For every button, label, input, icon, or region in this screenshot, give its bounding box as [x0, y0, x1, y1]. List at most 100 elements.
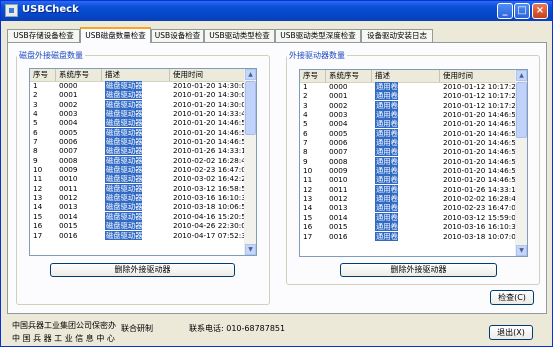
cell-system-id: 0004 [59, 118, 78, 128]
table-row[interactable]: 2 0001 磁盘驱动器 2010-01-20 14:30:02 [30, 90, 247, 100]
scroll-thumb[interactable] [516, 82, 527, 138]
cell-description: 磁盘驱动器 [102, 202, 170, 212]
cell-system-id: 0012 [59, 193, 78, 203]
scroll-down-icon[interactable]: ▼ [516, 245, 527, 256]
table-row[interactable]: 17 0016 磁盘驱动器 2010-04-17 07:52:33 [30, 230, 247, 240]
cell-description: 通用卷 [372, 166, 440, 176]
table-row[interactable]: 12 0011 通用卷 2010-01-26 14:33:13 [300, 184, 518, 194]
disk-list[interactable]: 序号 系统序号 描述 使用时间 1 0000 磁盘驱动器 2010-01-20 14:… [29, 68, 257, 256]
tab-usb-driver-deep[interactable]: USB驱动类型深度检查 [275, 29, 361, 42]
table-row[interactable]: 16 0015 通用卷 2010-03-16 16:10:39 [300, 222, 518, 232]
table-row[interactable]: 6 0005 磁盘驱动器 2010-01-20 14:46:55 [30, 127, 247, 137]
cell-system-id: 0009 [59, 165, 78, 175]
selected-description: 通用卷 [375, 156, 398, 166]
cell-use-time: 2010-04-26 22:30:06 [173, 221, 247, 231]
table-row[interactable]: 9 0008 磁盘驱动器 2010-02-02 16:28:41 [30, 155, 247, 165]
col-description[interactable]: 描述 [102, 69, 170, 81]
cell-description: 通用卷 [372, 231, 440, 241]
cell-description: 磁盘驱动器 [102, 155, 170, 165]
cell-use-time: 2010-01-12 10:17:29 [443, 91, 518, 101]
table-row[interactable]: 4 0003 通用卷 2010-01-20 14:46:55 [300, 110, 518, 120]
table-row[interactable]: 14 0013 磁盘驱动器 2010-03-18 10:06:59 [30, 202, 247, 212]
exit-button[interactable]: 退出(X) [489, 325, 533, 340]
col-description[interactable]: 描述 [372, 70, 440, 82]
tab-usb-storage[interactable]: USB存储设备检查 [7, 29, 80, 42]
table-row[interactable]: 8 0007 磁盘驱动器 2010-01-26 14:33:11 [30, 146, 247, 156]
table-row[interactable]: 13 0012 通用卷 2010-02-02 16:28:42 [300, 194, 518, 204]
tab-panel: 磁盘外接磁盘数量 序号 系统序号 描述 使用时间 1 0000 磁盘驱动器 2010-… [7, 42, 547, 314]
table-row[interactable]: 9 0008 通用卷 2010-01-20 14:46:55 [300, 156, 518, 166]
table-row[interactable]: 17 0016 通用卷 2010-03-18 10:07:01 [300, 231, 518, 241]
table-row[interactable]: 10 0009 通用卷 2010-01-20 14:46:55 [300, 166, 518, 176]
title-bar[interactable]: USBCheck _ □ × [1, 1, 552, 21]
table-row[interactable]: 7 0006 通用卷 2010-01-20 14:46:55 [300, 138, 518, 148]
col-index[interactable]: 序号 [300, 70, 326, 82]
selected-description: 磁盘驱动器 [105, 137, 143, 147]
scroll-up-icon[interactable]: ▲ [245, 69, 256, 80]
selected-description: 磁盘驱动器 [105, 155, 143, 165]
col-system-id[interactable]: 系统序号 [56, 69, 102, 81]
cell-description: 磁盘驱动器 [102, 174, 170, 184]
tab-usb-driver-type[interactable]: USB驱动类型检查 [204, 29, 275, 42]
selected-description: 磁盘驱动器 [105, 90, 143, 100]
table-row[interactable]: 4 0003 磁盘驱动器 2010-01-20 14:33:48 [30, 109, 247, 119]
selected-description: 磁盘驱动器 [105, 211, 143, 221]
table-row[interactable]: 14 0013 通用卷 2010-02-23 16:47:02 [300, 203, 518, 213]
table-row[interactable]: 7 0006 磁盘驱动器 2010-01-20 14:46:55 [30, 137, 247, 147]
footer-phone: 联系电话: 010-68787851 [189, 324, 286, 333]
cell-use-time: 2010-01-20 14:46:55 [173, 118, 247, 128]
table-row[interactable]: 11 0010 通用卷 2010-01-20 14:46:55 [300, 175, 518, 185]
table-row[interactable]: 15 0014 通用卷 2010-03-12 15:59:01 [300, 212, 518, 222]
table-row[interactable]: 10 0009 磁盘驱动器 2010-02-23 16:47:02 [30, 165, 247, 175]
cell-use-time: 2010-01-20 14:33:48 [173, 109, 247, 119]
disk-list-scrollbar[interactable]: ▲ ▼ [244, 69, 256, 255]
col-use-time[interactable]: 使用时间 [170, 69, 247, 81]
close-button[interactable]: × [532, 3, 548, 19]
selected-description: 通用卷 [375, 184, 398, 194]
cell-use-time: 2010-01-20 14:46:55 [443, 175, 518, 185]
table-row[interactable]: 13 0012 磁盘驱动器 2010-03-16 16:10:37 [30, 193, 247, 203]
cell-description: 磁盘驱动器 [102, 99, 170, 109]
cell-description: 通用卷 [372, 110, 440, 120]
table-row[interactable]: 11 0010 磁盘驱动器 2010-03-02 16:42:21 [30, 174, 247, 184]
table-row[interactable]: 6 0005 通用卷 2010-01-20 14:46:55 [300, 128, 518, 138]
table-row[interactable]: 12 0011 磁盘驱动器 2010-03-12 16:58:58 [30, 183, 247, 193]
external-drive-group: 外接驱动器数量 序号 系统序号 描述 使用时间 1 0000 通用卷 2010-01-… [286, 50, 540, 285]
delete-external-drive-button-right[interactable]: 删除外接驱动器 [340, 263, 497, 277]
external-drive-list-scrollbar[interactable]: ▲ ▼ [515, 70, 527, 256]
table-row[interactable]: 1 0000 通用卷 2010-01-12 10:17:29 [300, 82, 518, 91]
cell-description: 通用卷 [372, 147, 440, 157]
selected-description: 通用卷 [375, 222, 398, 232]
table-row[interactable]: 8 0007 通用卷 2010-01-20 14:46:55 [300, 147, 518, 157]
col-index[interactable]: 序号 [30, 69, 56, 81]
cell-index: 11 [303, 175, 313, 185]
maximize-button[interactable]: □ [514, 3, 530, 19]
external-drive-list[interactable]: 序号 系统序号 描述 使用时间 1 0000 通用卷 2010-01-12 10:17… [299, 69, 528, 257]
tab-usb-device[interactable]: USB设备检查 [151, 29, 204, 42]
table-row[interactable]: 3 0002 磁盘驱动器 2010-01-20 14:30:02 [30, 99, 247, 109]
table-row[interactable]: 5 0004 磁盘驱动器 2010-01-20 14:46:55 [30, 118, 247, 128]
table-row[interactable]: 5 0004 通用卷 2010-01-20 14:46:55 [300, 119, 518, 129]
table-row[interactable]: 16 0015 磁盘驱动器 2010-04-26 22:30:06 [30, 221, 247, 231]
tab-driver-install-log[interactable]: 设备驱动安装日志 [361, 29, 433, 42]
table-row[interactable]: 3 0002 通用卷 2010-01-12 10:17:29 [300, 100, 518, 110]
selected-description: 通用卷 [375, 119, 398, 129]
scroll-down-icon[interactable]: ▼ [245, 244, 256, 255]
table-row[interactable]: 1 0000 磁盘驱动器 2010-01-20 14:30:02 [30, 81, 247, 90]
table-row[interactable]: 15 0014 磁盘驱动器 2010-04-16 15:20:51 [30, 211, 247, 221]
cell-system-id: 0013 [59, 202, 78, 212]
col-use-time[interactable]: 使用时间 [440, 70, 518, 82]
check-button[interactable]: 检查(C) [490, 290, 534, 305]
cell-system-id: 0004 [329, 119, 348, 129]
tab-usb-disk-count[interactable]: USB磁盘数量检查 [80, 27, 151, 43]
col-system-id[interactable]: 系统序号 [326, 70, 372, 82]
scroll-thumb[interactable] [245, 81, 256, 135]
scroll-up-icon[interactable]: ▲ [516, 70, 527, 81]
minimize-button[interactable]: _ [497, 3, 513, 19]
cell-system-id: 0002 [329, 100, 348, 110]
cell-use-time: 2010-03-18 10:07:01 [443, 231, 518, 241]
delete-external-drive-button-left[interactable]: 删除外接驱动器 [50, 263, 235, 277]
cell-system-id: 0008 [329, 156, 348, 166]
table-row[interactable]: 2 0001 通用卷 2010-01-12 10:17:29 [300, 91, 518, 101]
cell-description: 通用卷 [372, 100, 440, 110]
